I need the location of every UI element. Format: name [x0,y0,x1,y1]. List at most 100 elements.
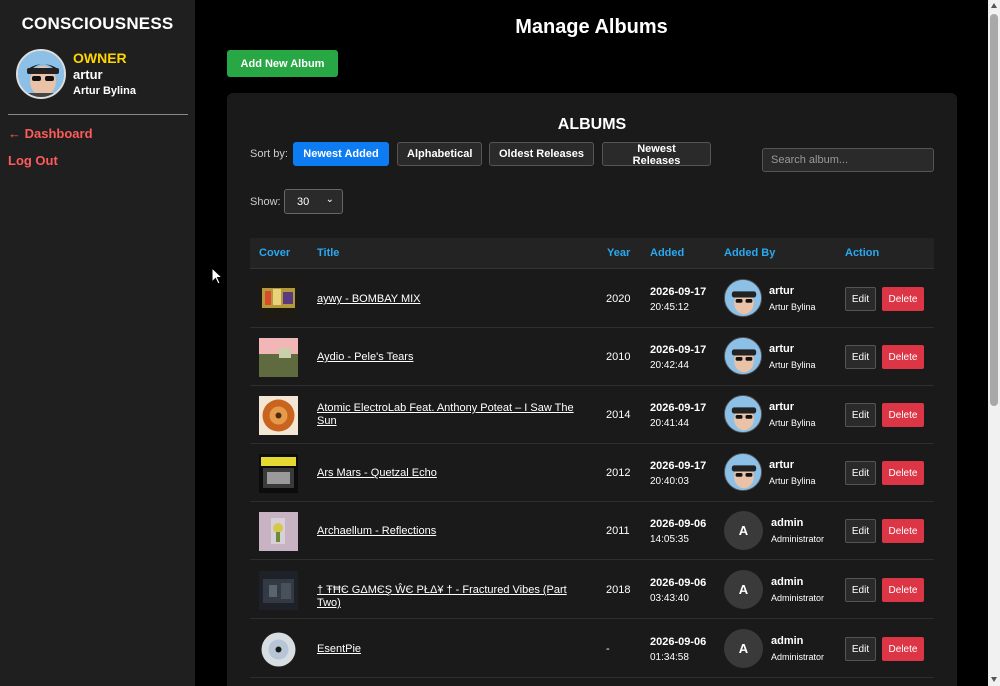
logout-link[interactable]: Log Out [8,153,58,168]
add-album-button[interactable]: Add New Album [227,50,338,77]
table-row: EsentPie - 2026-09-06 01:34:58 A admin A… [250,620,934,678]
album-cover[interactable] [259,512,298,551]
album-year: 2020 [606,293,631,305]
edit-button[interactable]: Edit [845,403,876,427]
profile-card: OWNER artur Artur Bylina [16,49,191,101]
sidebar-divider [8,114,188,115]
page-title: Manage Albums [515,16,668,38]
brand-title: CONSCIOUSNESS [21,14,174,33]
avatar: A [724,629,763,668]
album-title-link[interactable]: aywy - BOMBAY MIX [317,293,592,306]
album-cover[interactable] [259,571,298,610]
sort-newest-added-button[interactable]: Newest Added [293,142,389,166]
added-by-username: admin [771,635,804,647]
table-row: Atomic ElectroLab Feat. Anthony Poteat –… [250,386,934,444]
delete-button[interactable]: Delete [882,403,924,427]
added-by-fullname: Artur Bylina [769,476,816,486]
show-count-value: 30 [297,196,310,208]
added-date: 2026-09-17 [650,286,707,298]
sort-alphabetical-button[interactable]: Alphabetical [397,142,482,166]
delete-button[interactable]: Delete [882,578,924,602]
added-time: 20:41:44 [650,418,689,429]
edit-button[interactable]: Edit [845,519,876,543]
album-cover[interactable] [259,396,298,435]
added-time: 20:40:03 [650,476,689,487]
added-by-username: artur [769,401,795,413]
album-year: - [606,643,610,655]
added-date: 2026-09-17 [650,402,707,414]
added-by-fullname: Administrator [771,593,825,603]
added-by-fullname: Artur Bylina [769,360,816,370]
user-fullname: Artur Bylina [73,85,136,97]
sort-oldest-releases-button[interactable]: Oldest Releases [489,142,594,166]
added-by-fullname: Administrator [771,652,825,662]
table-header: Cover Title Year Added Added By Action [250,238,934,269]
delete-button[interactable]: Delete [882,345,924,369]
show-count-select[interactable]: 30 ⌄ [284,189,343,214]
albums-title: ALBUMS [557,116,627,133]
album-year: 2012 [606,467,631,479]
column-action: Action [845,247,880,259]
scroll-up-arrow-icon[interactable] [991,3,997,8]
added-date: 2026-09-06 [650,518,707,530]
delete-button[interactable]: Delete [882,461,924,485]
delete-button[interactable]: Delete [882,637,924,661]
added-date: 2026-09-06 [650,636,707,648]
added-by-username: admin [771,576,804,588]
added-by-username: artur [769,343,795,355]
table-row: Aydio - Pele's Tears 2010 2026-09-17 20:… [250,328,934,386]
edit-button[interactable]: Edit [845,287,876,311]
edit-button[interactable]: Edit [845,578,876,602]
album-title-link[interactable]: EsentPie [317,643,592,656]
albums-panel: ALBUMS Sort by: Newest Added Alphabetica… [227,93,957,686]
user-name: artur [73,67,103,82]
sort-label: Sort by: [250,148,288,160]
mouse-cursor-icon [211,266,224,285]
added-by-fullname: Administrator [771,534,825,544]
show-label: Show: [250,196,281,208]
sidebar: CONSCIOUSNESS OWNER artur Artur Bylina ←… [0,0,195,686]
scrollbar-thumb[interactable] [990,14,998,406]
avatar [724,453,762,491]
column-added: Added [650,247,685,259]
avatar: A [724,511,763,550]
album-title-link[interactable]: Atomic ElectroLab Feat. Anthony Poteat –… [317,402,592,428]
added-date: 2026-09-17 [650,344,707,356]
chevron-down-icon: ⌄ [325,194,334,205]
page-scrollbar[interactable] [988,0,1000,686]
added-time: 01:34:58 [650,652,689,663]
album-cover[interactable] [259,630,298,669]
dashboard-link[interactable]: ← Dashboard [8,126,93,141]
column-added-by: Added By [724,247,776,259]
table-row: Archaellum - Reflections 2011 2026-09-06… [250,502,934,560]
album-year: 2014 [606,409,631,421]
sort-newest-releases-button[interactable]: Newest Releases [602,142,711,167]
avatar [724,395,762,433]
scroll-down-arrow-icon[interactable] [991,677,997,682]
column-cover: Cover [259,247,291,259]
edit-button[interactable]: Edit [845,461,876,485]
column-title: Title [317,247,340,259]
avatar [724,337,762,375]
album-title-link[interactable]: † ŦĦЄ GΔMЄŞ ŴЄ PŁΔ¥ † - Fractured Vibes … [317,584,592,610]
edit-button[interactable]: Edit [845,345,876,369]
album-title-link[interactable]: Aydio - Pele's Tears [317,351,592,364]
added-time: 03:43:40 [650,593,689,604]
album-year: 2010 [606,351,631,363]
album-title-link[interactable]: Ars Mars - Quetzal Echo [317,467,592,480]
album-cover[interactable] [259,338,298,377]
delete-button[interactable]: Delete [882,287,924,311]
album-cover[interactable] [259,280,298,319]
added-time: 20:45:12 [650,302,689,313]
avatar [724,279,762,317]
added-by-username: artur [769,459,795,471]
edit-button[interactable]: Edit [845,637,876,661]
search-input[interactable] [762,148,934,172]
avatar: A [724,570,763,609]
avatar [16,49,66,99]
user-role: OWNER [73,50,127,66]
album-cover[interactable] [259,454,298,493]
album-title-link[interactable]: Archaellum - Reflections [317,525,592,538]
delete-button[interactable]: Delete [882,519,924,543]
album-year: 2018 [606,584,631,596]
